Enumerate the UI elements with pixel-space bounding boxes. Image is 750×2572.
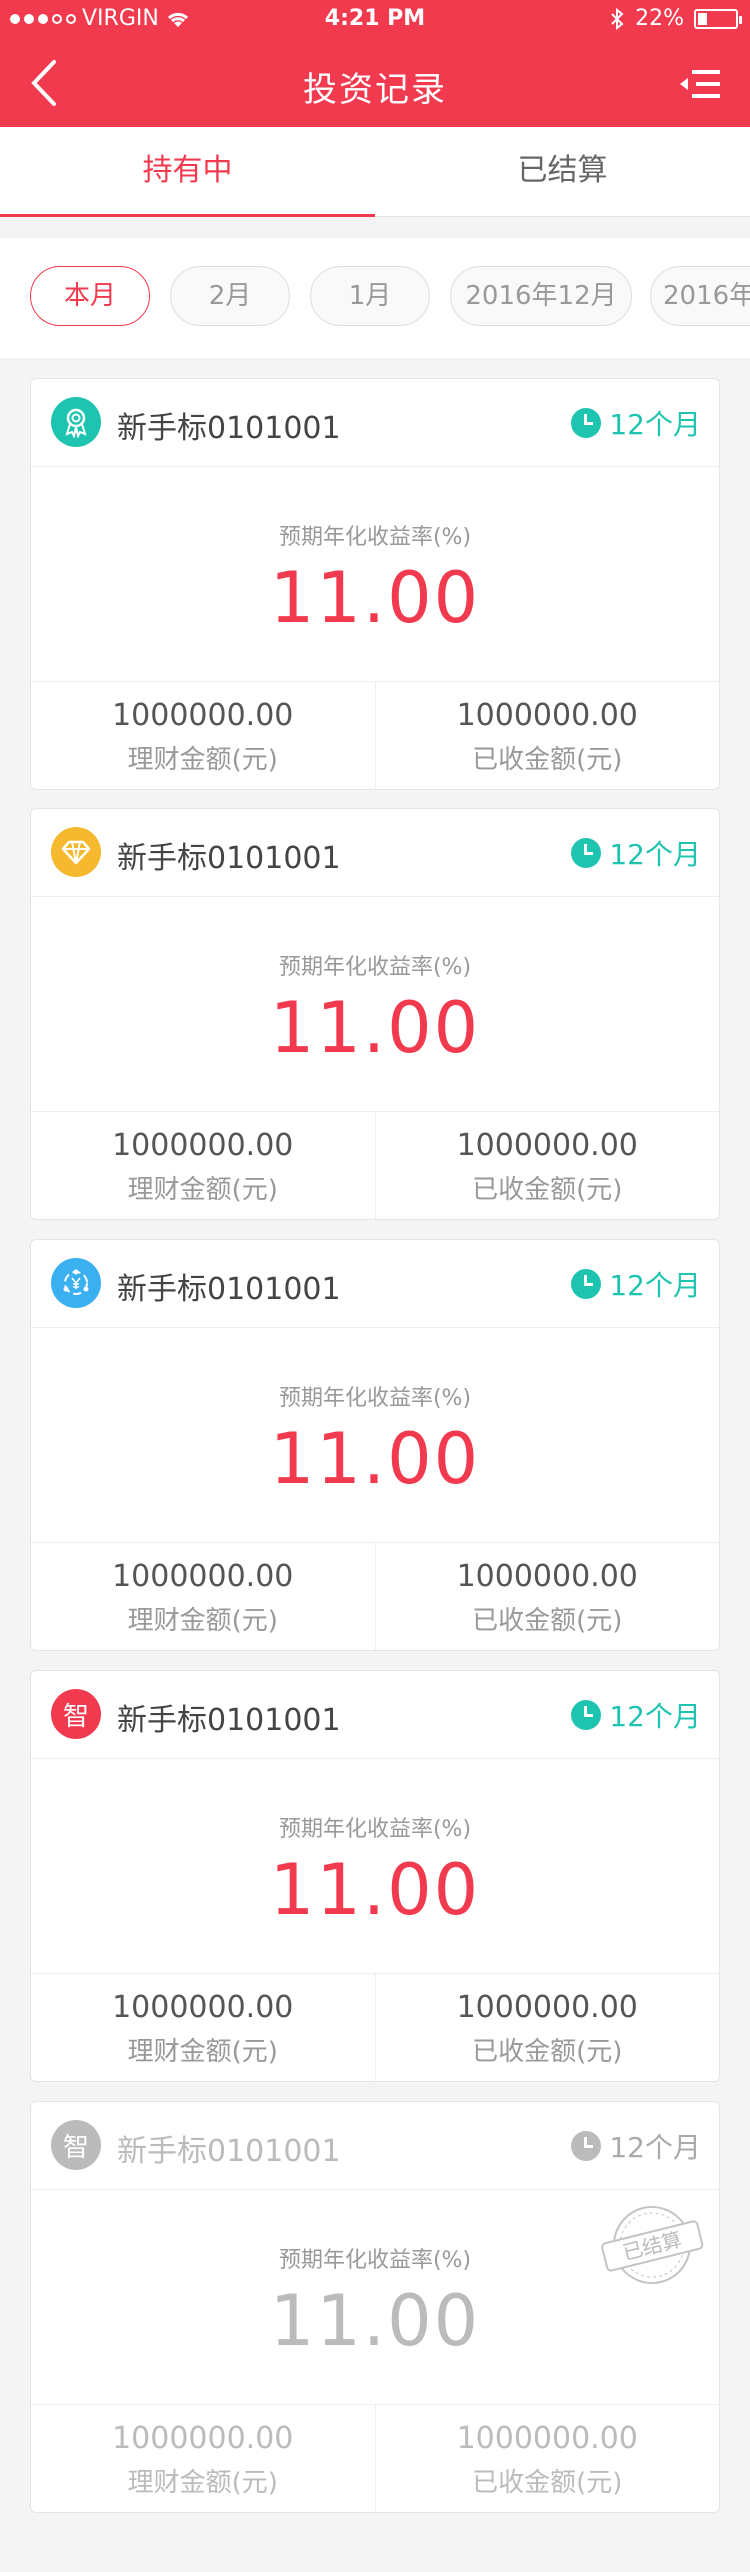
battery-icon [694, 8, 742, 29]
month-filter: 本月 2月 1月 2016年12月 2016年 [0, 238, 750, 358]
clock-icon [571, 838, 602, 868]
clock-icon [571, 1269, 602, 1299]
nav-bar: 投资记录 [0, 40, 750, 127]
zhi-badge-icon: 智 [51, 1689, 101, 1739]
investment-card[interactable]: 新手标0101001 12个月 预期年化收益率(%) 11.00 1000000… [30, 808, 720, 1220]
term-length: 12个月 [609, 2131, 701, 2164]
rate-label: 预期年化收益率(%) [278, 1386, 472, 1411]
product-name: 新手标0101001 [117, 1703, 341, 1738]
invested-label: 理财金额(元) [127, 745, 278, 775]
term-length: 12个月 [609, 1700, 701, 1733]
received-amount: 1000000.00 [456, 1990, 638, 2025]
yen-cycle-icon [51, 1258, 101, 1308]
received-amount: 1000000.00 [456, 1559, 638, 1594]
tab-settled[interactable]: 已结算 [375, 127, 750, 216]
investment-card[interactable]: 新手标0101001 12个月 预期年化收益率(%) 11.00 1000000… [30, 378, 720, 790]
received-amount: 1000000.00 [456, 698, 638, 733]
invested-amount: 1000000.00 [112, 1990, 294, 2025]
invested-amount: 1000000.00 [112, 2421, 294, 2456]
invested-amount: 1000000.00 [112, 1128, 294, 1163]
medal-icon [51, 397, 101, 447]
status-bar: VIRGIN 4:21 PM 22% [0, 0, 750, 40]
month-chip-feb[interactable]: 2月 [170, 266, 290, 326]
month-chip-jan[interactable]: 1月 [310, 266, 430, 326]
expected-rate: 11.00 [269, 1418, 481, 1500]
clock-icon [571, 2131, 602, 2161]
invested-label: 理财金额(元) [127, 1175, 278, 1205]
expected-rate: 11.00 [269, 987, 481, 1069]
invested-label: 理财金额(元) [127, 2468, 278, 2498]
bluetooth-icon [611, 7, 624, 30]
month-chip-2016[interactable]: 2016年 [650, 266, 750, 326]
clock-icon [571, 408, 602, 438]
clock-icon [571, 1700, 602, 1730]
record-tabs: 持有中 已结算 [0, 127, 750, 217]
battery-percent: 22% [635, 6, 684, 31]
product-name: 新手标0101001 [117, 1272, 341, 1307]
investment-card[interactable]: 智 新手标0101001 12个月 预期年化收益率(%) 11.00 10000… [30, 1670, 720, 2082]
menu-list-icon[interactable] [678, 64, 722, 104]
app-header: VIRGIN 4:21 PM 22% 投资记录 [0, 0, 750, 127]
investment-card-settled[interactable]: 智 新手标0101001 12个月 已结算 预期年化收益率(%) 11.00 1… [30, 2101, 720, 2513]
rate-label: 预期年化收益率(%) [278, 955, 472, 980]
expected-rate: 11.00 [269, 2280, 481, 2362]
term-length: 12个月 [609, 408, 701, 441]
diamond-icon [51, 827, 101, 877]
received-amount: 1000000.00 [456, 1128, 638, 1163]
received-label: 已收金额(元) [472, 745, 623, 775]
received-label: 已收金额(元) [472, 2037, 623, 2067]
rate-label: 预期年化收益率(%) [278, 525, 472, 550]
rate-label: 预期年化收益率(%) [278, 1817, 472, 1842]
product-name: 新手标0101001 [117, 411, 341, 446]
product-name: 新手标0101001 [117, 2134, 341, 2169]
zhi-badge-icon: 智 [51, 2120, 101, 2170]
received-amount: 1000000.00 [456, 2421, 638, 2456]
rate-label: 预期年化收益率(%) [278, 2248, 472, 2273]
invested-label: 理财金额(元) [127, 2037, 278, 2067]
product-name: 新手标0101001 [117, 841, 341, 876]
month-chip-this-month[interactable]: 本月 [30, 266, 150, 326]
investment-card[interactable]: 新手标0101001 12个月 预期年化收益率(%) 11.00 1000000… [30, 1239, 720, 1651]
received-label: 已收金额(元) [472, 1606, 623, 1636]
received-label: 已收金额(元) [472, 1175, 623, 1205]
month-chip-2016-12[interactable]: 2016年12月 [450, 266, 632, 326]
page-title: 投资记录 [303, 70, 447, 110]
term-length: 12个月 [609, 838, 701, 871]
expected-rate: 11.00 [269, 557, 481, 639]
expected-rate: 11.00 [269, 1849, 481, 1931]
invested-label: 理财金额(元) [127, 1606, 278, 1636]
invested-amount: 1000000.00 [112, 698, 294, 733]
received-label: 已收金额(元) [472, 2468, 623, 2498]
invested-amount: 1000000.00 [112, 1559, 294, 1594]
tab-holding[interactable]: 持有中 [0, 127, 375, 217]
term-length: 12个月 [609, 1269, 701, 1302]
